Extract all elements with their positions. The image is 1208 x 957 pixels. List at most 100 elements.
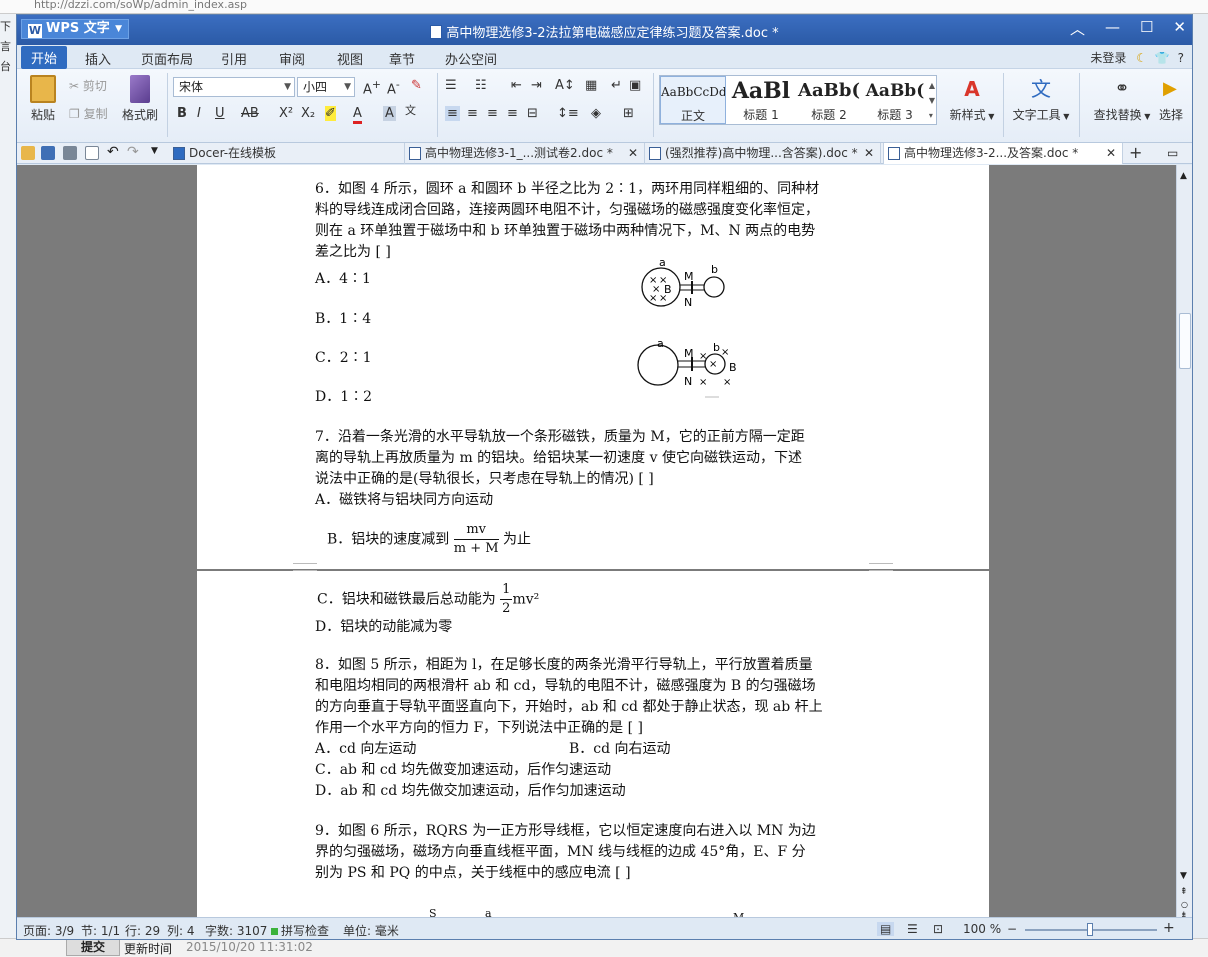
paragraph-mark-icon[interactable]: ↵ [611, 78, 622, 93]
status-word-count[interactable]: 字数: 3107 [205, 922, 267, 939]
decrease-indent-icon[interactable]: ⇤ [511, 78, 522, 93]
print-icon[interactable] [63, 146, 77, 160]
subscript-icon[interactable]: X₂ [301, 106, 315, 121]
page-4: C．铝块和磁铁最后总动能为 1 2 mv² D．铝块的动能减为零 8．如图 5 所示… [197, 571, 989, 931]
prev-page-icon[interactable]: ⇞ [1180, 887, 1188, 897]
tab-chapter[interactable]: 章节 [389, 49, 415, 68]
align-right-icon[interactable]: ≡ [487, 106, 498, 121]
text-tools-icon: 文 [1031, 77, 1051, 101]
vertical-scrollbar[interactable]: ▲ ▼ ⇞ ○ ⇟ [1176, 165, 1192, 921]
tab-references[interactable]: 引用 [221, 49, 247, 68]
font-size-select[interactable]: 小四 ▼ [297, 77, 355, 97]
new-style-button[interactable]: A 新样式 ▼ [945, 75, 999, 123]
help-icon[interactable]: ? [1178, 51, 1184, 65]
scroll-down-arrow-icon[interactable]: ▼ [1180, 871, 1187, 881]
text-direction-icon[interactable]: A↕ [555, 78, 575, 93]
scroll-thumb[interactable] [1179, 313, 1191, 369]
label-field-b: B [729, 361, 737, 374]
phonetic-guide-icon[interactable]: 文 [405, 102, 416, 118]
style-heading-2[interactable]: AaBb( 标题 2 [796, 76, 862, 124]
font-color-icon[interactable]: A [353, 106, 362, 124]
select-button[interactable]: ▶ 选择 [1159, 75, 1192, 123]
tab-review[interactable]: 审阅 [279, 49, 305, 68]
format-painter-button[interactable]: 格式刷 [121, 75, 159, 123]
tab-insert[interactable]: 插入 [85, 49, 111, 68]
close-icon[interactable]: ✕ [1173, 18, 1186, 39]
underline-icon[interactable]: U [215, 106, 225, 121]
cut-button[interactable]: ✂ 剪切 [69, 77, 107, 94]
distribute-icon[interactable]: ⊟ [527, 106, 538, 121]
gallery-scroll-icon[interactable]: ▲ ▼ ▾ [929, 78, 935, 123]
scroll-up-arrow-icon[interactable]: ▲ [1180, 171, 1187, 181]
justify-icon[interactable]: ≡ [507, 106, 518, 121]
show-hide-icon[interactable]: ▣ [629, 78, 641, 93]
shirt-icon[interactable]: 👕 [1155, 51, 1170, 65]
zoom-level[interactable]: 100 % [963, 922, 1001, 936]
find-replace-button[interactable]: ⚭ 查找替换 ▼ [1087, 75, 1157, 123]
grow-font-icon[interactable]: A+ [363, 78, 381, 97]
print-preview-icon[interactable] [85, 146, 99, 160]
tab-page-layout[interactable]: 页面布局 [141, 49, 193, 68]
numbering-icon[interactable]: ☷ [475, 78, 487, 93]
align-left-icon[interactable]: ≡ [445, 106, 460, 121]
text-tools-button[interactable]: 文 文字工具 ▼ [1009, 75, 1073, 123]
redo-icon[interactable]: ↷ [127, 144, 139, 160]
tab-list-icon[interactable]: ▭ [1167, 146, 1178, 160]
zoom-slider-thumb[interactable] [1087, 923, 1093, 936]
zoom-out-icon[interactable]: − [1007, 922, 1017, 936]
char-shading-icon[interactable]: A [383, 106, 396, 121]
close-icon[interactable]: ✕ [1106, 143, 1116, 163]
undo-icon[interactable]: ↶ [107, 144, 119, 160]
zoom-in-icon[interactable]: + [1163, 920, 1175, 936]
paste-button[interactable]: 粘贴 [23, 75, 63, 123]
customize-chevron-icon[interactable]: ▼ [151, 146, 158, 156]
close-icon[interactable]: ✕ [864, 143, 874, 163]
select-browse-icon[interactable]: ○ [1181, 900, 1188, 909]
superscript-icon[interactable]: X² [279, 106, 293, 121]
web-view-icon[interactable]: ⊡ [933, 922, 943, 936]
copy-button[interactable]: ❐ 复制 [69, 105, 108, 122]
table-icon[interactable]: ▦ [585, 78, 597, 93]
outline-view-icon[interactable]: ☰ [907, 922, 918, 936]
tab-doc-2[interactable]: (强烈推荐)高中物理...含答案).doc * ✕ [645, 143, 881, 164]
status-page[interactable]: 页面: 3/9 [23, 922, 74, 939]
ribbon-separator [437, 73, 438, 137]
shrink-font-icon[interactable]: A- [387, 78, 400, 97]
text-line: 说法中正确的是(导轨很长，只考虑在导轨上的情况) [ ] [315, 471, 654, 487]
italic-icon[interactable]: I [197, 106, 201, 121]
borders-icon[interactable]: ⊞ [623, 106, 634, 121]
tab-office-space[interactable]: 办公空间 [445, 49, 497, 68]
style-normal[interactable]: AaBbCcDd 正文 [660, 76, 726, 124]
open-icon[interactable] [21, 146, 35, 160]
tab-docer[interactable]: Docer-在线模板 [169, 143, 405, 164]
tab-view[interactable]: 视图 [337, 49, 363, 68]
style-heading-3[interactable]: AaBb( 标题 3 [862, 76, 928, 124]
tab-doc-3-active[interactable]: 高中物理选修3-2...及答案.doc * ✕ [883, 143, 1123, 164]
fill-color-icon[interactable]: ◈ [591, 106, 601, 121]
login-link[interactable]: 未登录 [1090, 51, 1126, 65]
minimize-icon[interactable]: — [1105, 18, 1120, 39]
increase-indent-icon[interactable]: ⇥ [531, 78, 542, 93]
new-tab-icon[interactable]: + [1129, 143, 1142, 162]
tab-home[interactable]: 开始 [21, 46, 68, 69]
q8-option-a: A．cd 向左运动 [315, 741, 417, 757]
maximize-icon[interactable]: ☐ [1140, 18, 1153, 39]
collapse-ribbon-icon[interactable]: ︿ [1070, 18, 1085, 39]
close-icon[interactable]: ✕ [628, 143, 638, 163]
line-spacing-icon[interactable]: ↕≡ [557, 106, 579, 121]
strikethrough-icon[interactable]: AB [241, 106, 259, 121]
tab-doc-1[interactable]: 高中物理选修3-1_...测试卷2.doc * ✕ [405, 143, 645, 164]
align-center-icon[interactable]: ≡ [467, 106, 478, 121]
bullets-icon[interactable]: ☰ [445, 78, 457, 93]
clear-format-icon[interactable]: ✎ [411, 78, 422, 93]
font-name-select[interactable]: 宋体 ▼ [173, 77, 295, 97]
status-row: 行: 29 [125, 924, 161, 938]
style-heading-1[interactable]: AaBl 标题 1 [728, 76, 794, 124]
skin-icon[interactable]: ☾ [1136, 51, 1147, 65]
highlight-icon[interactable]: ✐ [325, 106, 336, 121]
page-view-icon[interactable]: ▤ [877, 922, 895, 936]
bold-icon[interactable]: B [177, 106, 187, 121]
save-icon[interactable] [41, 146, 55, 160]
spell-check-toggle[interactable]: 拼写检查 [271, 922, 329, 939]
bg-submit-button[interactable]: 提交 [66, 939, 120, 956]
